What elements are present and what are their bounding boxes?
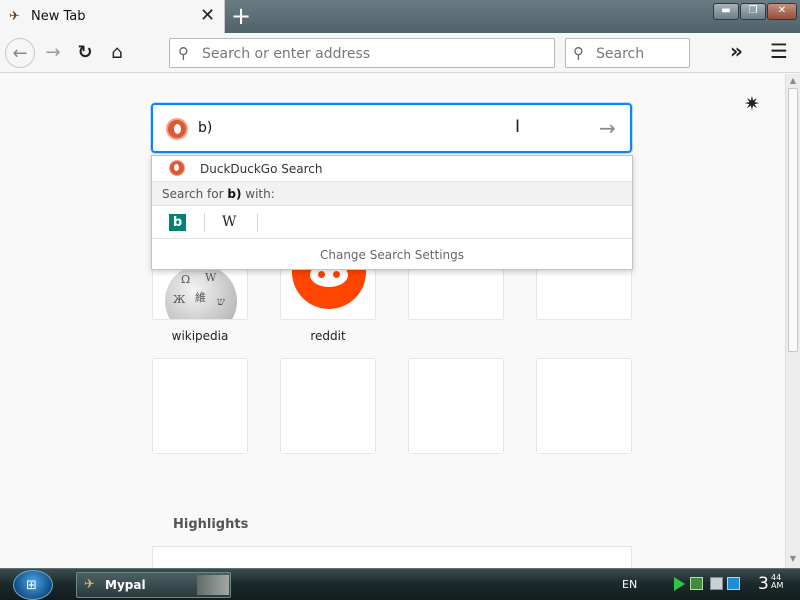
overflow-chevron-icon[interactable]: » (730, 39, 743, 63)
search-engine-row[interactable]: DuckDuckGo Search (152, 156, 632, 182)
tab-strip: ✈ New Tab ✕ + ▬ ❐ ✕ (0, 0, 800, 33)
text-cursor-icon: I (515, 117, 521, 137)
home-button[interactable]: ⌂ (102, 38, 132, 68)
mypal-app-icon: ✈ (84, 577, 95, 592)
search-bar[interactable]: ⚲ Search (565, 38, 690, 68)
tray-app-icon[interactable] (710, 577, 723, 590)
clock-hour[interactable]: 3 (758, 574, 769, 594)
media-play-icon[interactable] (674, 577, 685, 591)
close-window-button[interactable]: ✕ (767, 3, 797, 20)
wikipedia-globe-icon: ΩW Ж維 ש (165, 265, 237, 319)
wikipedia-icon[interactable]: W (222, 214, 236, 230)
highlights-heading: Highlights (173, 517, 249, 532)
address-bar-placeholder: Search or enter address (202, 46, 371, 62)
top-site-empty[interactable] (536, 358, 632, 454)
top-site-label: reddit (310, 329, 346, 343)
change-search-settings-label: Change Search Settings (319, 248, 465, 262)
reddit-eye-icon (333, 271, 340, 278)
top-site-empty[interactable] (280, 358, 376, 454)
top-site-empty[interactable] (152, 358, 248, 454)
mypal-favicon-icon: ✈ (9, 9, 20, 24)
maximize-button[interactable]: ❐ (740, 3, 766, 20)
search-bar-placeholder: Search (596, 46, 645, 62)
bing-icon[interactable]: b (169, 214, 186, 231)
vertical-scrollbar[interactable]: ▲ ▼ (785, 74, 800, 568)
divider (257, 213, 258, 232)
search-submit-arrow-icon[interactable]: → (599, 116, 616, 140)
search-for-text: Search for b) with: (162, 187, 275, 201)
windows-flag-icon: ⊞ (26, 578, 37, 593)
duckduckgo-logo-icon (166, 118, 188, 140)
network-icon[interactable] (690, 577, 703, 590)
change-search-settings-button[interactable]: Change Search Settings (152, 239, 632, 270)
navigation-toolbar: ← → ↻ ⌂ ⚲ Search or enter address ⚲ Sear… (0, 33, 800, 73)
search-query: b) (198, 120, 213, 136)
search-icon: ⚲ (573, 44, 584, 62)
taskbar-thumbnail (197, 575, 229, 595)
start-button[interactable]: ⊞ (13, 570, 53, 600)
taskbar: ⊞ ✈ Mypal EN 3 44 AM (0, 568, 800, 600)
taskbar-app-mypal[interactable]: ✈ Mypal (76, 572, 231, 598)
search-suggestions-dropdown: DuckDuckGo Search Search for b) with: b … (151, 155, 633, 270)
newtab-search-input[interactable]: b) I → (151, 103, 632, 153)
scroll-down-arrow-icon[interactable]: ▼ (788, 554, 798, 563)
clock-minutes[interactable]: 44 AM (771, 574, 783, 590)
tab-title: New Tab (31, 9, 86, 24)
minimize-button[interactable]: ▬ (713, 3, 739, 20)
divider (204, 213, 205, 232)
tab-close-icon[interactable]: ✕ (200, 6, 215, 26)
scroll-up-arrow-icon[interactable]: ▲ (788, 76, 798, 85)
clock-ampm: AM (771, 581, 784, 590)
search-for-query: b) (227, 187, 242, 201)
address-bar[interactable]: ⚲ Search or enter address (169, 38, 555, 68)
search-for-suffix: with: (241, 187, 275, 201)
language-indicator[interactable]: EN (622, 578, 637, 591)
one-off-engines-row: b W (152, 206, 632, 239)
scrollbar-thumb[interactable] (788, 88, 798, 352)
tab-new-tab[interactable]: ✈ New Tab ✕ (0, 0, 225, 33)
search-for-header: Search for b) with: (152, 182, 632, 206)
new-tab-button[interactable]: + (230, 3, 252, 29)
hamburger-menu-icon[interactable]: ☰ (770, 39, 788, 63)
taskbar-app-label: Mypal (105, 578, 146, 592)
forward-button[interactable]: → (38, 38, 68, 68)
search-icon: ⚲ (178, 44, 189, 62)
gear-icon[interactable]: ✷ (744, 93, 760, 115)
duckduckgo-logo-icon (169, 160, 185, 176)
top-site-empty[interactable] (408, 358, 504, 454)
search-engine-label: DuckDuckGo Search (200, 162, 323, 176)
search-for-prefix: Search for (162, 187, 228, 201)
top-site-label: wikipedia (171, 329, 229, 343)
reddit-eye-icon (318, 271, 325, 278)
back-button[interactable]: ← (5, 38, 35, 68)
volume-icon[interactable] (727, 577, 740, 590)
reload-button[interactable]: ↻ (70, 38, 100, 68)
